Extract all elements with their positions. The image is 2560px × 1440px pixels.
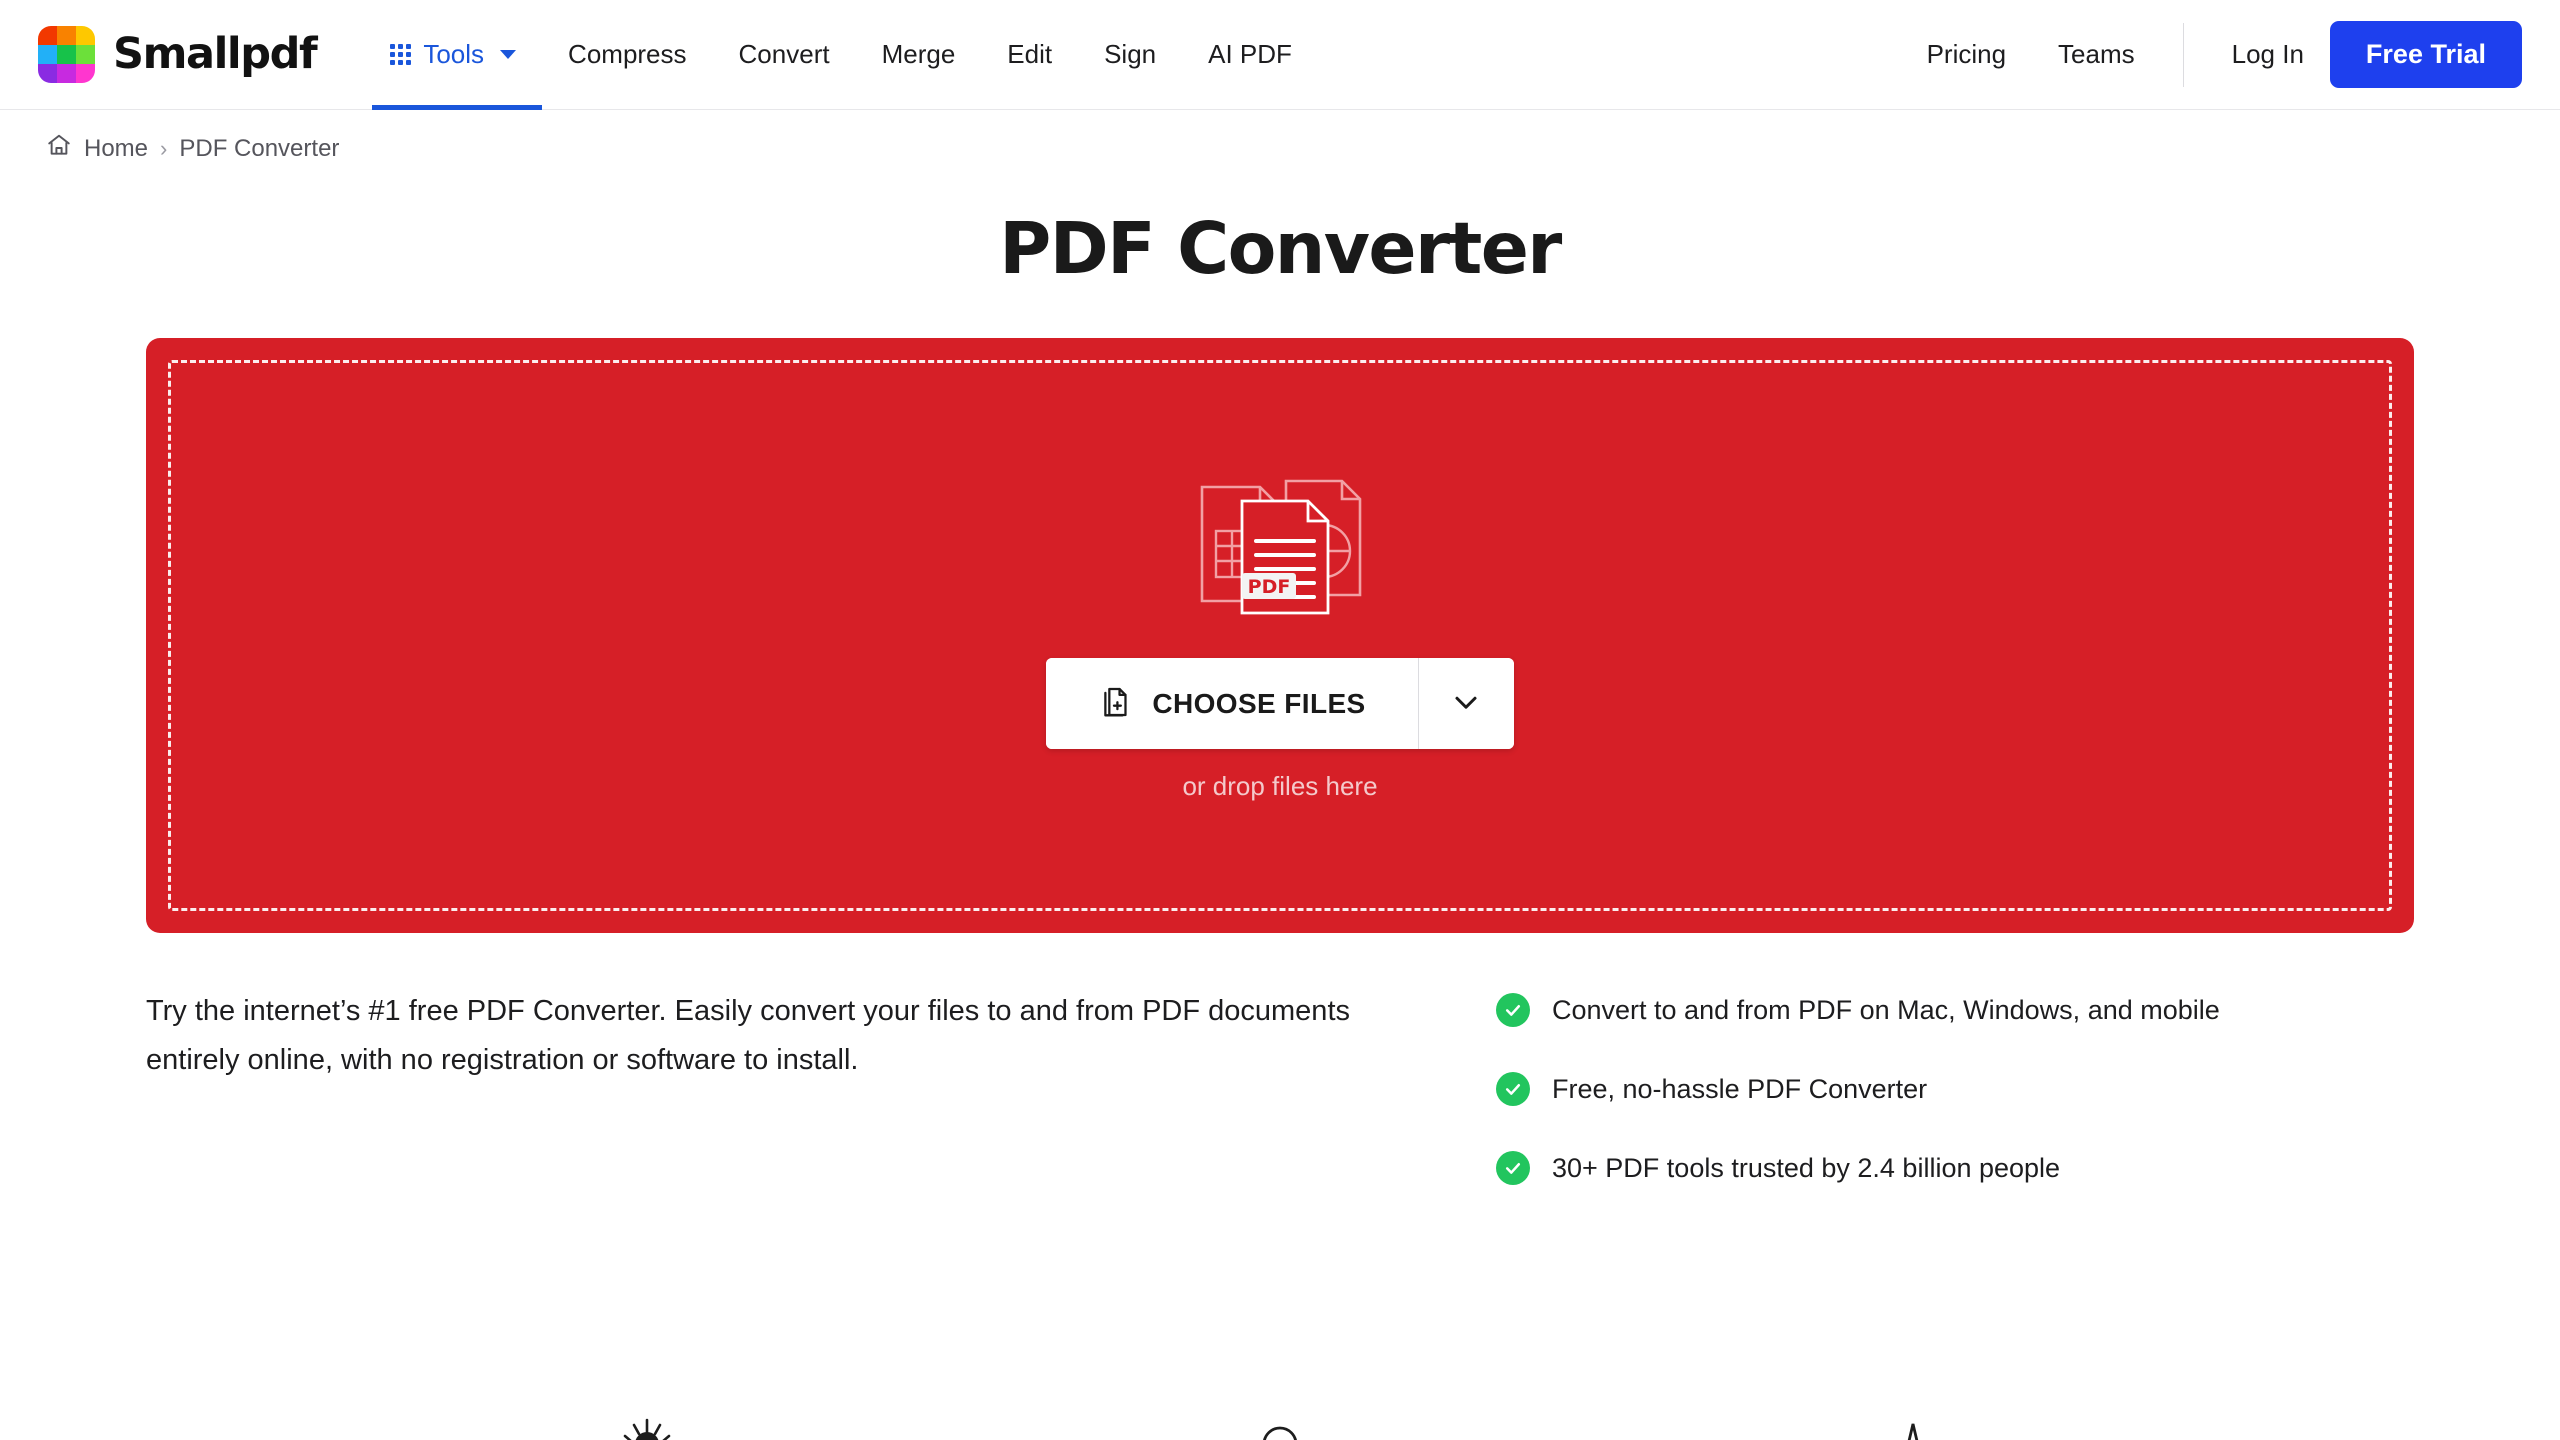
choose-files-group: CHOOSE FILES xyxy=(1046,658,1514,749)
nav-item-convert-label: Convert xyxy=(738,39,830,69)
file-dropzone[interactable]: PDF CHOOSE FILES or drop files here xyxy=(146,338,2414,933)
benefit-item: Convert to and from PDF on Mac, Windows,… xyxy=(1496,993,2220,1027)
smallpdf-logo-icon xyxy=(38,26,95,83)
benefits-list: Convert to and from PDF on Mac, Windows,… xyxy=(1496,987,2220,1185)
nav-divider xyxy=(2182,22,2184,87)
nav-item-compress[interactable]: Compress xyxy=(542,0,712,110)
nav-item-teams[interactable]: Teams xyxy=(2032,39,2161,70)
page-title: PDF Converter xyxy=(999,207,1562,290)
login-button[interactable]: Log In xyxy=(2206,39,2330,70)
nav-item-sign-label: Sign xyxy=(1104,39,1157,69)
choose-files-button[interactable]: CHOOSE FILES xyxy=(1046,658,1418,749)
documents-illustration-icon: PDF xyxy=(1180,469,1380,624)
nav-item-tools-label: Tools xyxy=(423,39,485,69)
dropzone-section: PDF CHOOSE FILES or drop files here xyxy=(0,290,2560,933)
choose-files-dropdown-button[interactable] xyxy=(1417,658,1514,749)
benefit-item: Free, no-hassle PDF Converter xyxy=(1496,1072,2220,1106)
choose-files-label: CHOOSE FILES xyxy=(1152,687,1366,719)
pdf-badge-text: PDF xyxy=(1248,576,1291,598)
breadcrumb-current: PDF Converter xyxy=(179,134,340,162)
benefit-label: Convert to and from PDF on Mac, Windows,… xyxy=(1552,994,2220,1025)
circle-outline-icon xyxy=(1250,1418,1310,1440)
brand-logo-link[interactable]: Smallpdf xyxy=(38,26,318,83)
nav-item-ai-pdf[interactable]: AI PDF xyxy=(1182,0,1318,110)
arc-icon xyxy=(1883,1418,1943,1440)
nav-item-convert[interactable]: Convert xyxy=(713,0,856,110)
nav-item-compress-label: Compress xyxy=(568,39,687,69)
breadcrumb: Home › PDF Converter xyxy=(0,110,2560,165)
tool-description: Try the internet’s #1 free PDF Converter… xyxy=(146,995,1350,1076)
check-circle-icon xyxy=(1496,1072,1530,1106)
nav-item-edit-label: Edit xyxy=(1007,39,1053,69)
home-icon xyxy=(46,132,72,165)
site-header: Smallpdf Tools Compress Convert Merge Ed… xyxy=(0,0,2560,110)
nav-item-pricing[interactable]: Pricing xyxy=(1901,39,2032,70)
benefit-item: 30+ PDF tools trusted by 2.4 billion peo… xyxy=(1496,1151,2220,1185)
description-section: Try the internet’s #1 free PDF Converter… xyxy=(0,933,2560,1185)
drop-files-hint: or drop files here xyxy=(1182,771,1378,801)
check-circle-icon xyxy=(1496,1151,1530,1185)
nav-item-merge[interactable]: Merge xyxy=(856,0,982,110)
nav-item-ai-pdf-label: AI PDF xyxy=(1208,39,1292,69)
breadcrumb-home[interactable]: Home xyxy=(84,135,148,163)
nav-item-tools[interactable]: Tools xyxy=(372,0,542,110)
chevron-down-icon xyxy=(1448,684,1484,723)
feature-icons-row xyxy=(0,1418,2560,1440)
chevron-down-icon xyxy=(500,50,517,59)
breadcrumb-separator: › xyxy=(160,135,168,161)
grid-dots-icon xyxy=(390,44,412,65)
benefit-label: 30+ PDF tools trusted by 2.4 billion peo… xyxy=(1552,1152,2061,1183)
check-circle-icon xyxy=(1496,993,1530,1027)
benefit-label: Free, no-hassle PDF Converter xyxy=(1552,1073,1928,1104)
brand-wordmark: Smallpdf xyxy=(113,29,318,79)
nav-item-edit[interactable]: Edit xyxy=(981,0,1078,110)
primary-nav: Tools Compress Convert Merge Edit Sign A… xyxy=(372,0,1318,110)
nav-item-sign[interactable]: Sign xyxy=(1078,0,1182,110)
nav-item-merge-label: Merge xyxy=(881,39,956,69)
free-trial-button[interactable]: Free Trial xyxy=(2329,21,2522,88)
sparkle-icon xyxy=(617,1418,677,1440)
secondary-nav: Pricing Teams Log In Free Trial xyxy=(1901,21,2522,88)
add-document-icon xyxy=(1098,685,1132,722)
